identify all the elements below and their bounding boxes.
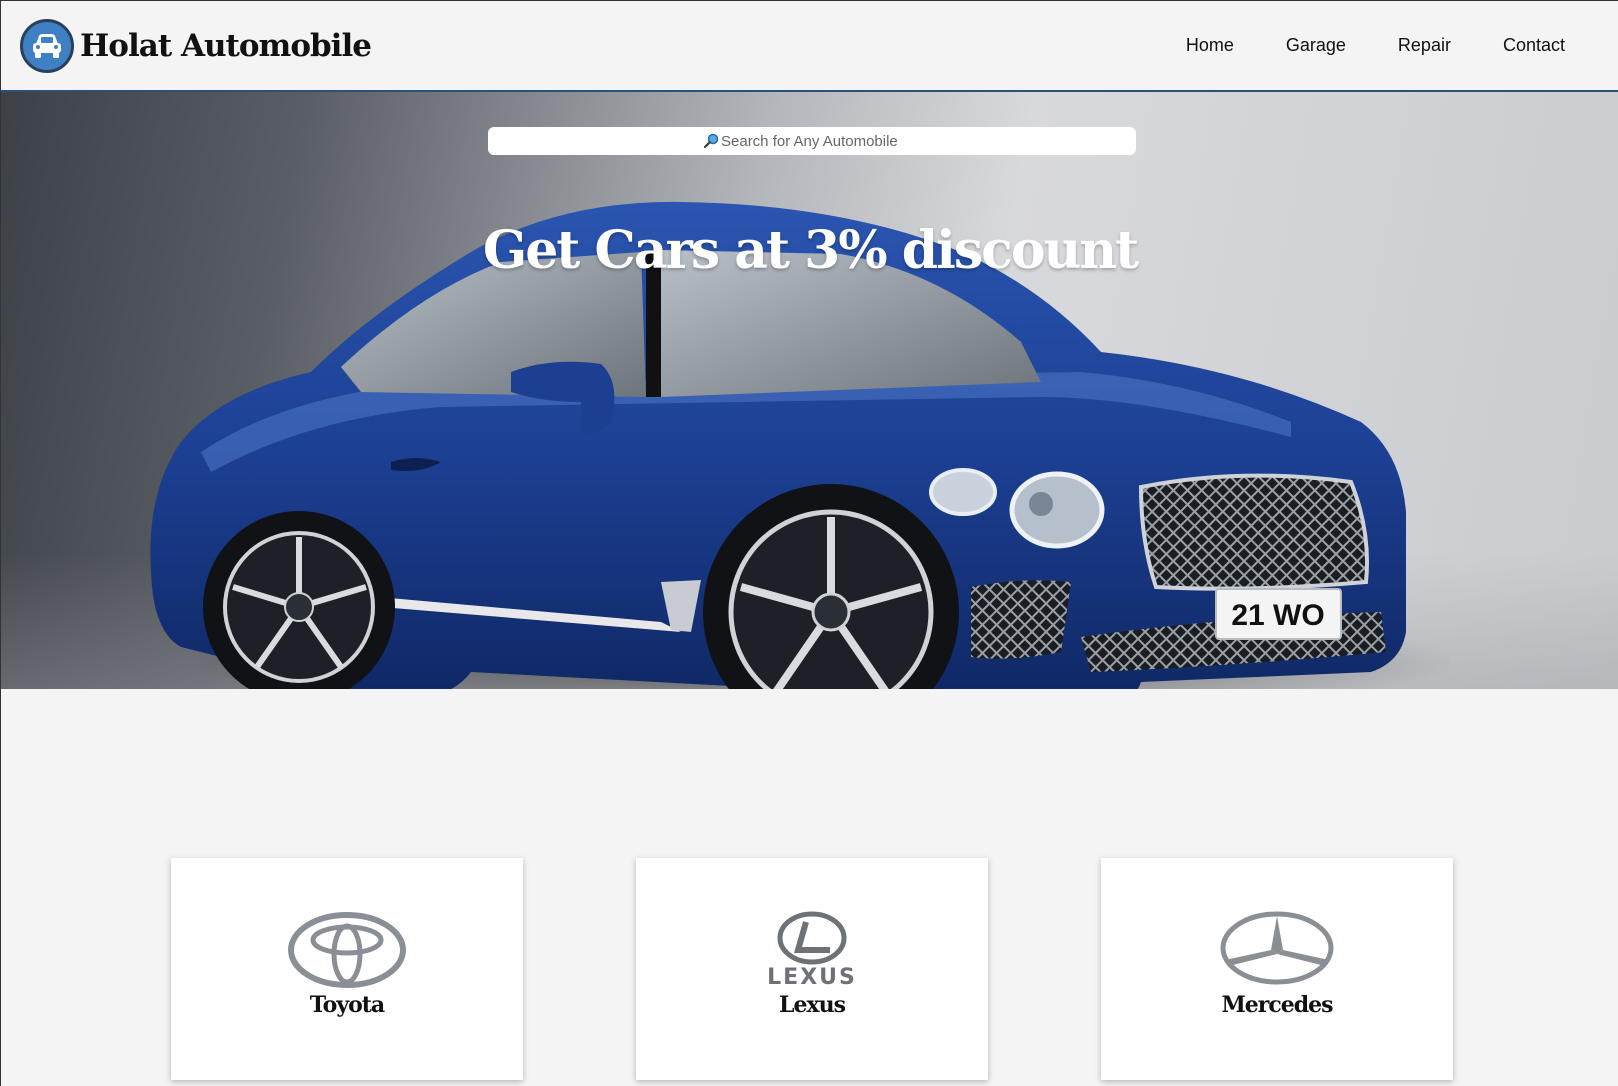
nav-contact[interactable]: Contact bbox=[1503, 35, 1565, 56]
brand-name-lexus: Lexus bbox=[779, 992, 846, 1018]
site-header: Holat Automobile Home Garage Repair Cont… bbox=[1, 0, 1618, 92]
mercedes-logo bbox=[1220, 911, 1334, 985]
brand-card-mercedes[interactable]: Mercedes bbox=[1101, 858, 1453, 1080]
lexus-logo: LEXUS bbox=[767, 911, 857, 990]
search-bar[interactable] bbox=[488, 127, 1136, 155]
brand-name-toyota: Toyota bbox=[309, 992, 385, 1018]
nav-home[interactable]: Home bbox=[1186, 35, 1234, 56]
brand-card-lexus[interactable]: LEXUS Lexus bbox=[636, 858, 988, 1080]
hero-headline: Get Cars at 3% discount bbox=[482, 220, 1139, 281]
logo-text: Holat Automobile bbox=[80, 28, 372, 64]
plate-text: 21 WO bbox=[1231, 599, 1324, 632]
nav-garage[interactable]: Garage bbox=[1286, 35, 1346, 56]
magnifier-icon bbox=[703, 133, 719, 149]
hero-banner: 21 WO Search for Any Automobile Get Cars… bbox=[1, 92, 1618, 689]
nav-repair[interactable]: Repair bbox=[1398, 35, 1451, 56]
search-input[interactable] bbox=[721, 132, 921, 150]
lexus-wordmark: LEXUS bbox=[767, 965, 857, 990]
car-icon bbox=[20, 19, 74, 73]
brand-card-toyota[interactable]: Toyota bbox=[171, 858, 523, 1080]
brand-name-mercedes: Mercedes bbox=[1221, 992, 1333, 1018]
main-nav: Home Garage Repair Contact bbox=[1186, 35, 1565, 56]
toyota-logo bbox=[288, 912, 406, 988]
site-logo[interactable]: Holat Automobile bbox=[20, 19, 372, 73]
